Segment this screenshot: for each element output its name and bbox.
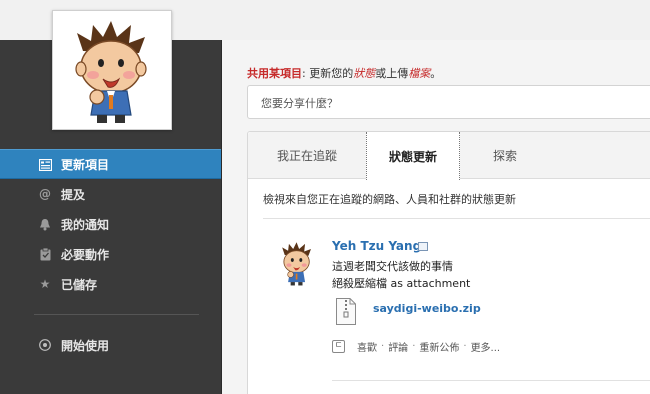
feed-panel: 我正在追蹤 狀態更新 探索 檢視來自您正在追蹤的網路、人員和社群的狀態更新 Ye… <box>247 131 650 394</box>
feed-tabs: 我正在追蹤 狀態更新 探索 <box>248 132 650 180</box>
post-avatar[interactable] <box>272 238 322 288</box>
sidebar-divider <box>34 314 199 315</box>
sidebar-item-label: 必要動作 <box>61 247 110 262</box>
separator-dot: · <box>463 341 467 352</box>
comment-link[interactable]: 評論 <box>388 339 408 354</box>
sidebar-nav: 更新項目 @ 提及 我的通知 必要動作 ★ 已儲存 開始使用 <box>0 149 221 360</box>
like-link[interactable]: 喜歡 <box>357 339 377 354</box>
share-heading: 共用某項目: 更新您的狀態或上傳檔案。 <box>247 65 441 81</box>
sidebar-item-label: 已儲存 <box>61 277 98 292</box>
cartoon-boy-avatar-icon <box>53 11 171 129</box>
separator-dot: · <box>412 341 416 352</box>
share-heading-text: 更新您的 <box>309 67 354 80</box>
share-heading-label: 共用某項目 <box>247 67 302 80</box>
share-heading-suffix: 。 <box>430 67 442 80</box>
more-link[interactable]: 更多... <box>471 339 501 354</box>
divider <box>263 218 650 219</box>
share-heading-text: 或上傳 <box>375 67 409 80</box>
star-icon: ★ <box>39 277 51 291</box>
status-link[interactable]: 狀態 <box>353 67 375 80</box>
sidebar-item-label: 提及 <box>61 187 86 202</box>
sidebar-item-label: 開始使用 <box>61 338 110 353</box>
news-feed-icon <box>38 158 52 172</box>
repost-link[interactable]: 重新公佈 <box>419 339 459 354</box>
smiley-icon[interactable]: ㄷ <box>332 340 345 353</box>
divider <box>332 380 650 381</box>
sidebar-item-required-actions[interactable]: 必要動作 <box>0 239 221 269</box>
at-icon: @ <box>39 187 51 201</box>
zip-file-icon[interactable] <box>336 298 356 325</box>
tab-status-updates[interactable]: 狀態更新 <box>366 132 460 180</box>
sidebar-item-getting-started[interactable]: 開始使用 <box>0 330 221 360</box>
post-body-line: 絕殺壓縮檔 as attachment <box>332 277 471 290</box>
main-content: 共用某項目: 更新您的狀態或上傳檔案。 您要分享什麼？ 我正在追蹤 狀態更新 探… <box>221 40 650 394</box>
attachment-link[interactable]: saydigi-weibo.zip <box>373 302 481 315</box>
feed-description: 檢視來自您正在追蹤的網路、人員和社群的狀態更新 <box>263 193 516 206</box>
file-link[interactable]: 檔案 <box>408 67 430 80</box>
sidebar-item-news-feed[interactable]: 更新項目 <box>0 149 221 179</box>
author-card-icon[interactable] <box>418 242 428 251</box>
sidebar-item-saved[interactable]: ★ 已儲存 <box>0 269 221 299</box>
sidebar-item-label: 更新項目 <box>61 157 110 172</box>
sidebar-item-mentions[interactable]: @ 提及 <box>0 179 221 209</box>
tab-discover[interactable]: 探索 <box>460 132 550 179</box>
share-input[interactable]: 您要分享什麼？ <box>247 85 650 119</box>
separator-dot: · <box>381 341 385 352</box>
post-body-line: 這週老闆交代該做的事情 <box>332 260 453 273</box>
tab-following[interactable]: 我正在追蹤 <box>248 132 366 179</box>
sidebar-item-notifications[interactable]: 我的通知 <box>0 209 221 239</box>
post-author[interactable]: Yeh Tzu Yang <box>332 239 421 253</box>
bell-icon <box>38 217 52 231</box>
post-actions: ㄷ 喜歡 · 評論 · 重新公佈 · 更多... <box>332 339 500 354</box>
profile-avatar[interactable] <box>52 10 172 130</box>
play-icon <box>38 338 52 352</box>
clipboard-icon <box>38 247 52 261</box>
sidebar-item-label: 我的通知 <box>61 217 110 232</box>
